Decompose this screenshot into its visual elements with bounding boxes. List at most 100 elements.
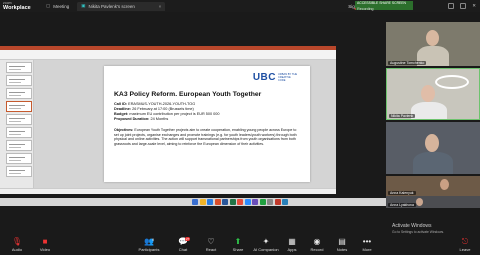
slide-thumbnail[interactable]: [6, 75, 32, 86]
react-label: React: [205, 247, 217, 252]
video-label: Video: [39, 247, 51, 252]
chat-unread-badge: 27: [185, 237, 191, 241]
react-button[interactable]: ♡ React: [196, 236, 226, 252]
slide-thumbnail[interactable]: [6, 153, 32, 164]
edge-icon: [207, 199, 213, 205]
tab-screen-share[interactable]: ▣ Nikita Pavlenk's screen ×: [77, 1, 166, 11]
participant-tile[interactable]: Augustine Tomchenko: [386, 22, 480, 66]
ubc-logo: UBC URBAN BY THE CREATIVE CODE: [253, 72, 298, 83]
deadline-row: Deadline: 26 February at 17:00 (Brussels…: [114, 107, 194, 111]
tab-label: Nikita Pavlenk's screen: [88, 3, 135, 9]
recording-label: Recording: [357, 7, 374, 11]
shared-presentation-window: UBC URBAN BY THE CREATIVE CODE KA3 Polic…: [0, 46, 336, 194]
recording-indicator[interactable]: Recording: [354, 7, 374, 11]
ppt-ribbon: [0, 50, 336, 60]
share-button[interactable]: ⬆ Share: [223, 236, 253, 252]
windows-activation-watermark: Activate Windows Go to Settings to activ…: [392, 223, 444, 234]
audio-button[interactable]: 🎙 Audio: [2, 236, 32, 252]
objectives-paragraph: Objectives: European Youth Together proj…: [114, 128, 297, 146]
audio-label: Audio: [11, 247, 23, 252]
participants-count: 9: [152, 238, 154, 242]
app-icon: [259, 199, 266, 205]
participant-name: Nikita Pavlenk: [389, 114, 416, 118]
microphone-muted-icon: 🎙: [11, 237, 23, 246]
chat-button[interactable]: 💬 27 Chat: [168, 236, 198, 252]
apps-grid-icon: ▦: [288, 237, 296, 246]
ubc-logo-text: UBC: [252, 72, 276, 83]
record-label: Record: [310, 247, 324, 252]
start-icon: [192, 199, 198, 205]
slide-canvas: UBC URBAN BY THE CREATIVE CODE KA3 Polic…: [34, 60, 336, 188]
participant-body: [411, 102, 447, 119]
watermark-title: Activate Windows: [392, 223, 432, 229]
more-label: More: [362, 247, 372, 252]
record-icon: ◉: [313, 237, 321, 246]
powerpoint-icon: [214, 199, 221, 205]
participant-body: [413, 152, 453, 174]
participant-tile-speaking[interactable]: Nikita Pavlenk: [386, 68, 480, 120]
more-icon: •••: [362, 237, 372, 246]
slide-thumbnail-selected[interactable]: [6, 101, 32, 112]
excel-icon: [229, 199, 236, 205]
slide-thumbnail[interactable]: [6, 114, 32, 125]
chat-label: Chat: [178, 247, 188, 252]
app-icon: [267, 199, 273, 205]
screen-icon: ▣: [81, 3, 86, 8]
close-icon[interactable]: ×: [159, 4, 162, 9]
share-status-text: ACCESSIBLE SHARE SCREEN: [357, 1, 406, 5]
ai-companion-label: AI Companion: [253, 247, 279, 252]
current-slide: UBC URBAN BY THE CREATIVE CODE KA3 Polic…: [104, 66, 310, 182]
teams-icon: [252, 199, 258, 205]
notes-icon: ▤: [338, 237, 346, 246]
budget-row: Budget: maximum EU contribution per proj…: [114, 112, 220, 116]
meeting-icon: ▢: [46, 3, 51, 8]
participant-tile[interactable]: Anna Kalenyuk: [386, 176, 480, 196]
ubc-logo-tagline: URBAN BY THE CREATIVE CODE: [278, 73, 298, 82]
participant-face: [426, 30, 439, 46]
leave-label: Leave: [459, 247, 471, 252]
camera-off-icon: ■: [42, 237, 48, 246]
tab-label: Meeting: [53, 3, 70, 9]
participant-tile[interactable]: Anna Lyakhova: [386, 196, 480, 208]
video-button[interactable]: ■ Video: [30, 236, 60, 252]
ring-lamp: [435, 75, 469, 89]
participant-face: [416, 198, 423, 206]
explorer-icon: [199, 199, 206, 205]
more-button[interactable]: ••• More: [352, 236, 382, 252]
slide-thumbnail[interactable]: [6, 88, 32, 99]
brand-line2: Workplace: [3, 5, 31, 11]
slide-thumbnail[interactable]: [6, 166, 32, 177]
participant-name: Anna Kalenyuk: [388, 191, 416, 195]
zoom-icon: [244, 199, 251, 205]
slide-thumbnail[interactable]: [6, 127, 32, 138]
word-icon: [222, 199, 228, 205]
slide-title: KA3 Policy Reform. European Youth Togeth…: [114, 91, 262, 98]
app-icon: [282, 199, 288, 205]
share-screen-icon: ⬆: [234, 237, 242, 246]
close-window-icon[interactable]: ✕: [472, 3, 476, 9]
participants-label: Participants: [138, 247, 160, 252]
watermark-subtitle: Go to Settings to activate Windows.: [392, 230, 445, 234]
window-minimize-icon[interactable]: [448, 3, 455, 9]
participant-face: [425, 134, 439, 152]
participant-name: Augustine Tomchenko: [388, 61, 427, 65]
call-id-row: Call ID: ERASMUS-YOUTH-2026-YOUTH-TOG: [114, 102, 196, 106]
participant-face: [421, 85, 435, 102]
leave-icon: ⎋: [461, 237, 469, 246]
tab-meeting[interactable]: ▢ Meeting: [42, 2, 73, 11]
app-logo: zoom Workplace: [0, 1, 38, 11]
heart-icon: ♡: [207, 237, 215, 246]
participants-button[interactable]: 👥 9 Participants: [134, 236, 164, 252]
duration-row: Proposed Duration: 24 Months: [114, 117, 169, 121]
leave-button[interactable]: ⎋ Leave: [450, 236, 480, 252]
meeting-controls: 🎙 Audio ■ Video 👥 9 Participants 💬 27 Ch…: [0, 235, 480, 255]
window-maximize-icon[interactable]: [460, 3, 467, 9]
participant-face: [440, 179, 449, 190]
app-icon: [274, 199, 281, 205]
sparkle-icon: ✦: [262, 237, 270, 246]
participant-tile[interactable]: [386, 122, 480, 174]
slide-thumbnail[interactable]: [6, 140, 32, 151]
participant-name: Anna Lyakhova: [388, 203, 416, 207]
notes-label: Notes: [336, 247, 348, 252]
slide-thumbnail[interactable]: [6, 62, 32, 73]
